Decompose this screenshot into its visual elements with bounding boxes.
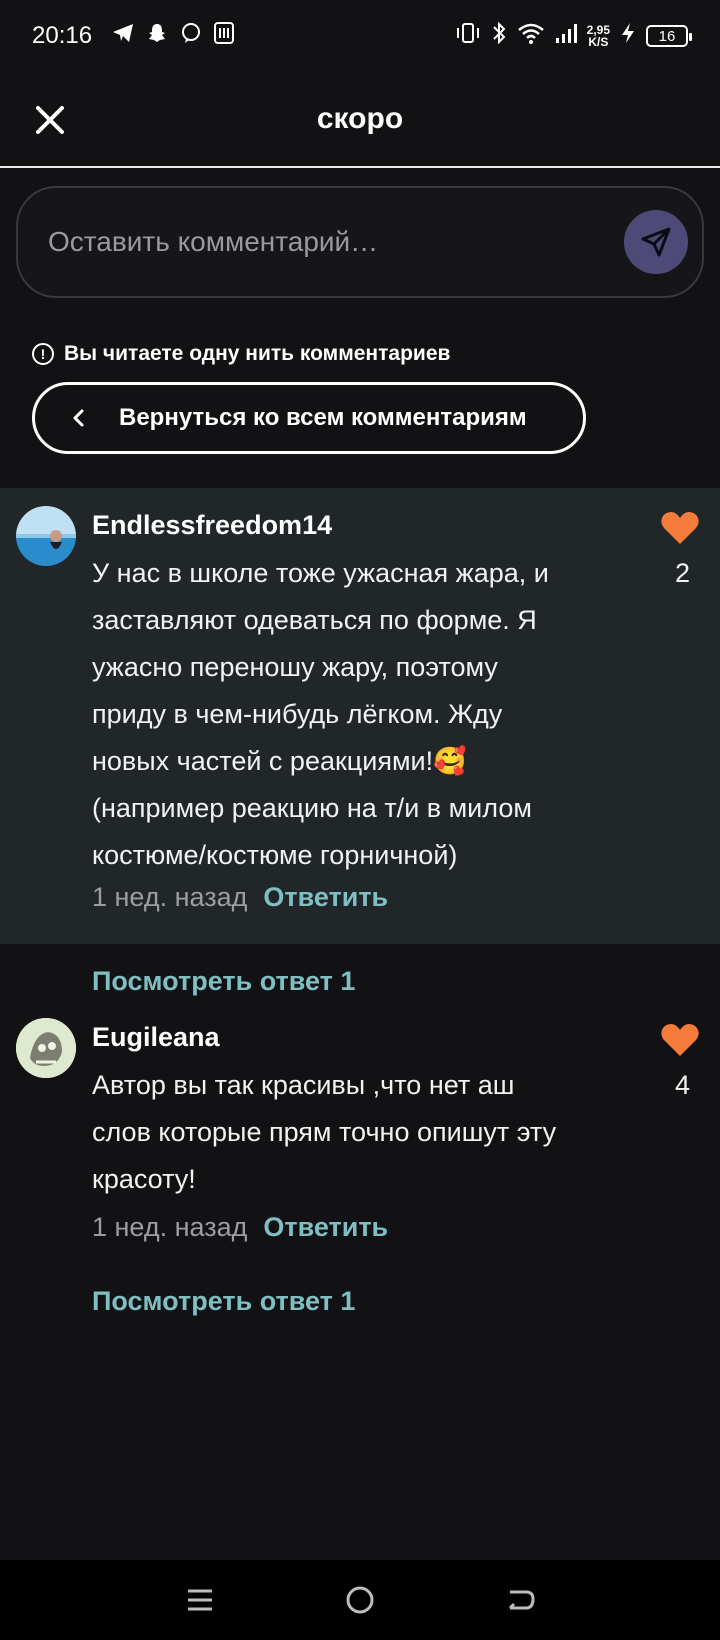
avatar[interactable] (16, 1018, 76, 1078)
heart-icon[interactable] (660, 510, 700, 546)
comment-time: 1 нед. назад (92, 882, 248, 912)
snapchat-icon (146, 22, 168, 50)
status-bar: 20:16 2,95 K/S 16 (0, 0, 720, 72)
reply-button[interactable]: Ответить (263, 1212, 388, 1243)
vibrate-icon (455, 22, 481, 50)
reply-button[interactable]: Ответить (263, 882, 388, 913)
comment-text: Автор вы так красивы ,что нет аш слов ко… (92, 1070, 557, 1194)
view-replies-button[interactable]: Посмотреть ответ 1 (92, 966, 355, 997)
nfc-icon (214, 22, 235, 50)
network-speed: 2,95 K/S (587, 24, 610, 48)
signal-icon (555, 22, 577, 50)
header: скоро (0, 72, 720, 168)
comment-text: У нас в школе тоже ужасная жара, и заста… (92, 558, 549, 870)
comment-item: Endlessfreedom14 У нас в школе тоже ужас… (0, 488, 720, 944)
back-button-label: Вернуться ко всем комментариям (119, 404, 527, 431)
send-icon (641, 227, 671, 257)
comment-meta: 1 нед. назад Ответить (92, 882, 388, 913)
thread-notice-text: Вы читаете одну нить комментариев (64, 342, 451, 365)
like-count: 2 (674, 558, 690, 588)
comment-input[interactable] (48, 188, 608, 296)
heart-icon[interactable] (660, 1022, 700, 1058)
back-to-all-comments-button[interactable]: Вернуться ко всем комментариям (32, 382, 586, 454)
send-button[interactable] (624, 210, 688, 274)
battery-indicator: 16 (646, 25, 692, 47)
home-icon[interactable] (340, 1580, 380, 1620)
telegram-icon (112, 23, 134, 49)
system-navigation-bar (0, 1560, 720, 1640)
viber-icon (180, 22, 202, 50)
bluetooth-icon (491, 21, 507, 51)
like-count: 4 (674, 1070, 690, 1100)
menu-icon[interactable] (180, 1580, 220, 1620)
back-icon[interactable] (500, 1580, 540, 1620)
info-icon: ! (32, 343, 54, 365)
page-title: скоро (316, 102, 404, 135)
chevron-left-icon (73, 409, 84, 427)
comment-username[interactable]: Endlessfreedom14 (92, 510, 332, 541)
status-time: 20:16 (32, 22, 93, 49)
charging-icon (620, 22, 636, 50)
comment-username[interactable]: Eugileana (92, 1022, 220, 1053)
view-replies-button[interactable]: Посмотреть ответ 1 (92, 1286, 355, 1317)
comment-box (16, 186, 704, 298)
thread-notice: ! Вы читаете одну нить комментариев (32, 342, 450, 366)
comment-meta: 1 нед. назад Ответить (92, 1212, 388, 1243)
avatar[interactable] (16, 506, 76, 566)
speed-unit: K/S (588, 35, 609, 49)
wifi-icon (517, 22, 545, 50)
comment-item: Eugileana Автор вы так красивы ,что нет … (0, 1012, 720, 1252)
comment-time: 1 нед. назад (92, 1212, 248, 1242)
